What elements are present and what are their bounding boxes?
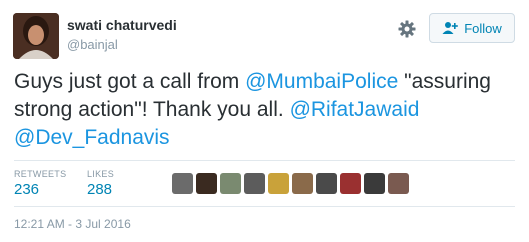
divider: [14, 160, 515, 161]
avatar-image: [13, 13, 59, 59]
liker-avatar[interactable]: [340, 173, 361, 194]
divider: [14, 206, 515, 207]
liker-avatar[interactable]: [196, 173, 217, 194]
timestamp[interactable]: 12:21 AM - 3 Jul 2016: [14, 217, 131, 231]
follow-label: Follow: [464, 20, 502, 36]
liker-avatar[interactable]: [364, 173, 385, 194]
mention-link[interactable]: @RifatJawaid: [290, 98, 420, 121]
liker-avatar[interactable]: [316, 173, 337, 194]
screen-name[interactable]: @bainjal: [67, 37, 118, 52]
mention-link[interactable]: @Dev_Fadnavis: [14, 126, 170, 149]
add-user-icon: [442, 22, 459, 34]
liker-avatar[interactable]: [172, 173, 193, 194]
avatar[interactable]: [13, 13, 59, 59]
liker-avatar[interactable]: [220, 173, 241, 194]
retweets-label: RETWEETS: [14, 169, 67, 179]
likes-count: 288: [87, 181, 113, 198]
liker-avatar[interactable]: [268, 173, 289, 194]
liker-avatar[interactable]: [292, 173, 313, 194]
mention-link[interactable]: @MumbaiPolice: [245, 70, 398, 93]
retweets-count: 236: [14, 181, 40, 198]
gear-icon[interactable]: [397, 19, 417, 39]
likes-stat[interactable]: LIKES 288: [87, 169, 114, 198]
tweet-text: Guys just got a call from @MumbaiPolice …: [14, 68, 514, 152]
display-name[interactable]: swati chaturvedi: [67, 17, 177, 33]
likers-list: [172, 173, 409, 194]
liker-avatar[interactable]: [244, 173, 265, 194]
liker-avatar[interactable]: [388, 173, 409, 194]
retweets-stat[interactable]: RETWEETS 236: [14, 169, 66, 198]
tweet-text-segment: Guys just got a call from: [14, 70, 246, 93]
follow-button[interactable]: Follow: [429, 13, 515, 43]
likes-label: LIKES: [87, 169, 115, 179]
